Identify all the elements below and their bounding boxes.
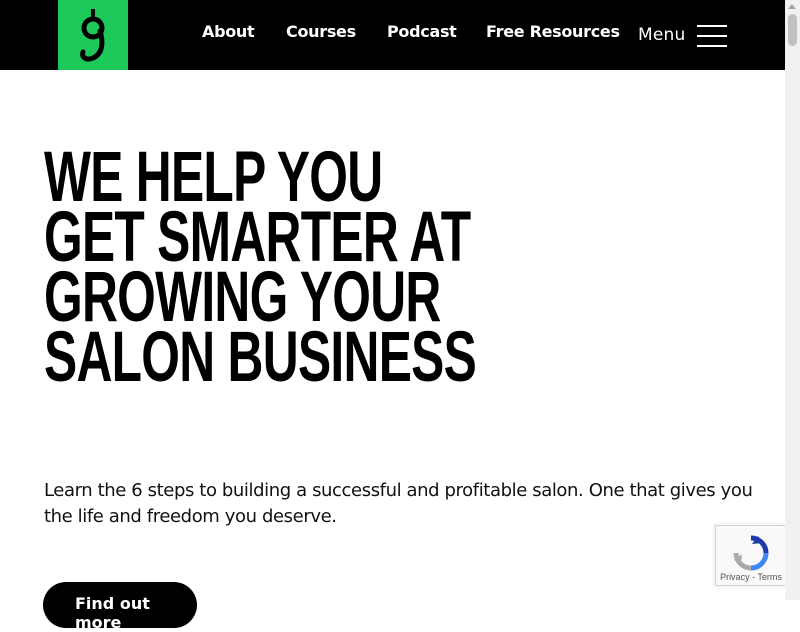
- nav-label-about: About: [202, 22, 255, 41]
- menu-label[interactable]: Menu: [638, 25, 685, 45]
- g-logo-icon: [80, 9, 105, 62]
- recaptcha-links: Privacy - Terms: [716, 572, 786, 582]
- nav-label-courses: Courses: [286, 22, 356, 41]
- recaptcha-icon: [733, 535, 769, 571]
- recaptcha-badge[interactable]: Privacy - Terms: [715, 525, 785, 586]
- hero-description: Learn the 6 steps to building a successf…: [44, 480, 753, 527]
- logo[interactable]: [58, 0, 128, 70]
- scroll-up-arrow-icon[interactable]: [788, 4, 796, 9]
- nav-label-podcast: Podcast: [387, 22, 457, 41]
- hero-title-line: SALON BUSINESS: [44, 318, 477, 397]
- hero-title: WE HELP YOU GET SMARTER AT GROWING YOUR …: [44, 142, 477, 397]
- find-out-more-button[interactable]: Find out more: [43, 582, 197, 632]
- hamburger-menu-icon[interactable]: [697, 25, 727, 49]
- site-header: About Courses Podcast Free Resources Men…: [0, 0, 785, 70]
- nav-label-free-resources: Free Resources: [486, 22, 620, 41]
- recaptcha-terms-link[interactable]: Terms: [757, 572, 782, 582]
- recaptcha-privacy-link[interactable]: Privacy: [720, 572, 750, 582]
- vertical-scrollbar[interactable]: [785, 0, 800, 600]
- scrollbar-thumb[interactable]: [788, 14, 797, 46]
